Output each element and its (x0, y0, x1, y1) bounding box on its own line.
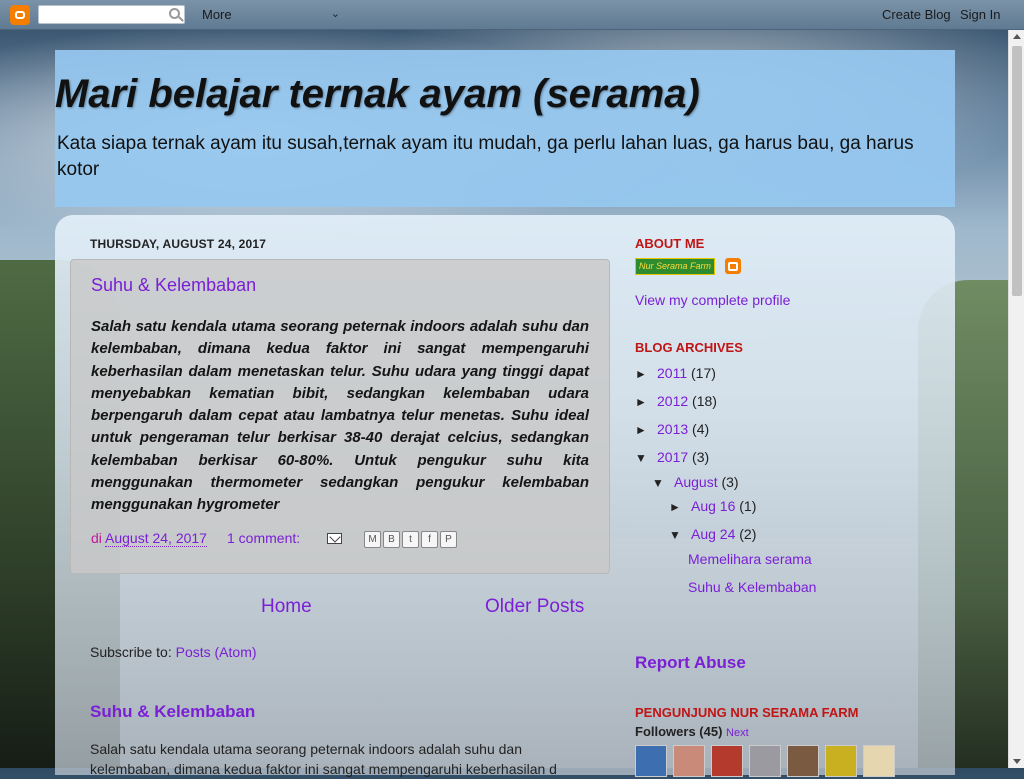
archive-count: (3) (692, 449, 710, 465)
archive-count: (18) (692, 393, 717, 409)
email-post-icon[interactable] (327, 533, 342, 544)
archive-post-item[interactable]: Memelihara serama (688, 551, 812, 567)
archive-link[interactable]: 2011 (657, 365, 687, 381)
search-icon[interactable] (169, 8, 180, 19)
follower-avatar[interactable] (863, 745, 895, 777)
archive-post-link[interactable]: Memelihara serama (688, 551, 812, 567)
archive-link[interactable]: 2012 (657, 393, 688, 409)
post-author-prefix: di (91, 530, 102, 546)
collapse-toggle-icon[interactable]: ▼ (669, 528, 691, 542)
post-body: Salah satu kendala utama seorang peterna… (91, 318, 589, 514)
subscribe-label: Subscribe to: (90, 644, 172, 660)
followers-line: Followers (45) Next (635, 724, 749, 739)
archive-year-2013[interactable]: ► 2013 (4) (635, 421, 709, 437)
followers-count: Followers (45) (635, 724, 723, 739)
archive-post-item[interactable]: Suhu & Kelembaban (688, 579, 816, 595)
subscribe-line: Subscribe to: Posts (Atom) (90, 644, 257, 660)
archive-count: (4) (692, 421, 710, 437)
archive-day-aug-16[interactable]: ► Aug 16 (1) (669, 498, 756, 514)
follower-avatar[interactable] (673, 745, 705, 777)
blogger-logo-icon[interactable] (10, 5, 30, 25)
about-me-heading: ABOUT ME (635, 236, 705, 251)
create-blog-link[interactable]: Create Blog (882, 7, 951, 22)
follower-avatar[interactable] (787, 745, 819, 777)
popular-post-snippet: Salah satu kendala utama seorang peterna… (90, 741, 557, 777)
expand-toggle-icon[interactable]: ► (635, 367, 657, 381)
sign-in-link[interactable]: Sign In (960, 7, 1000, 22)
share-pinterest-icon[interactable]: P (440, 531, 457, 548)
search-input[interactable] (38, 5, 185, 24)
follower-avatar[interactable] (635, 745, 667, 777)
archive-count: (1) (739, 498, 757, 514)
scrollbar-thumb[interactable] (1012, 46, 1022, 296)
share-blogger-icon[interactable]: B (383, 531, 400, 548)
older-posts-link[interactable]: Older Posts (485, 596, 584, 618)
archive-count: (2) (739, 526, 757, 542)
post-title[interactable]: Suhu & Kelembaban (91, 275, 256, 296)
visitors-heading: PENGUNJUNG NUR SERAMA FARM (635, 705, 859, 720)
subscribe-atom-link[interactable]: Posts (Atom) (176, 644, 257, 660)
more-dropdown[interactable]: More ⌄ (202, 7, 344, 23)
home-link[interactable]: Home (261, 596, 312, 618)
follower-avatar[interactable] (711, 745, 743, 777)
profile-image[interactable]: Nur Serama Farm (635, 258, 715, 275)
follower-avatar[interactable] (825, 745, 857, 777)
archive-year-2017[interactable]: ▼ 2017 (3) (635, 449, 709, 465)
archive-link[interactable]: Aug 16 (691, 498, 735, 514)
scroll-down-arrow-icon[interactable] (1013, 759, 1021, 764)
archive-count: (17) (691, 365, 716, 381)
chevron-down-icon: ⌄ (330, 8, 340, 20)
archive-link[interactable]: Aug 24 (691, 526, 735, 542)
blog-title[interactable]: Mari belajar ternak ayam (serama) (55, 72, 700, 117)
share-facebook-icon[interactable]: f (421, 531, 438, 548)
expand-toggle-icon[interactable]: ► (669, 500, 691, 514)
blogger-profile-icon[interactable] (725, 258, 741, 274)
report-abuse-link[interactable]: Report Abuse (635, 653, 746, 673)
more-label: More (202, 7, 232, 22)
blog-header: Mari belajar ternak ayam (serama) Kata s… (55, 50, 955, 207)
expand-toggle-icon[interactable]: ► (635, 395, 657, 409)
post-date-header: THURSDAY, AUGUST 24, 2017 (90, 237, 267, 251)
view-profile-link[interactable]: View my complete profile (635, 292, 790, 308)
archive-post-link[interactable]: Suhu & Kelembaban (688, 579, 816, 595)
blogger-navbar: More ⌄ Create Blog Sign In (0, 0, 1024, 30)
collapse-toggle-icon[interactable]: ▼ (635, 451, 657, 465)
content-area: THURSDAY, AUGUST 24, 2017 Suhu & Kelemba… (55, 215, 955, 777)
archive-link[interactable]: August (674, 474, 718, 490)
share-email-icon[interactable]: M (364, 531, 381, 548)
expand-toggle-icon[interactable]: ► (635, 423, 657, 437)
blog-description: Kata siapa ternak ayam itu susah,ternak … (57, 133, 914, 180)
follower-avatar[interactable] (749, 745, 781, 777)
collapse-toggle-icon[interactable]: ▼ (652, 476, 674, 490)
share-twitter-icon[interactable]: t (402, 531, 419, 548)
post-comments-link[interactable]: 1 comment: (227, 530, 300, 546)
archive-day-aug-24[interactable]: ▼ Aug 24 (2) (669, 526, 756, 542)
post: Suhu & Kelembaban Salah satu kendala uta… (70, 259, 610, 574)
page-scrollbar[interactable] (1008, 30, 1024, 768)
archive-link[interactable]: 2017 (657, 449, 688, 465)
post-timestamp[interactable]: August 24, 2017 (105, 530, 207, 547)
blog-archives-heading: BLOG ARCHIVES (635, 340, 743, 355)
followers-next-link[interactable]: Next (726, 727, 749, 739)
popular-post-title[interactable]: Suhu & Kelembaban (90, 702, 255, 722)
archive-year-2011[interactable]: ► 2011 (17) (635, 365, 716, 381)
scroll-up-arrow-icon[interactable] (1013, 34, 1021, 39)
archive-count: (3) (721, 474, 739, 490)
archive-month-august[interactable]: ▼ August (3) (652, 474, 739, 490)
archive-link[interactable]: 2013 (657, 421, 688, 437)
archive-year-2012[interactable]: ► 2012 (18) (635, 393, 717, 409)
